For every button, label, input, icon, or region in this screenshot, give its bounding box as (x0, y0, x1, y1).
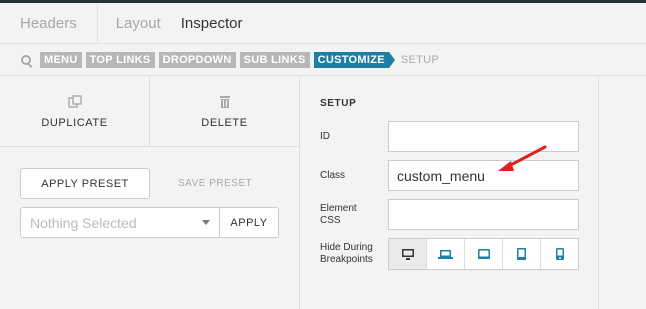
tab-headers[interactable]: Headers (0, 3, 97, 44)
tab-inspector[interactable]: Inspector (181, 3, 263, 44)
element-css-label-line-1: Element (320, 203, 357, 214)
apply-button[interactable]: APPLY (220, 208, 278, 237)
breakpoint-tablet-landscape-toggle[interactable] (465, 239, 503, 269)
right-gutter (600, 77, 646, 309)
duplicate-button[interactable]: DUPLICATE (0, 77, 150, 146)
breadcrumb-setup: SETUP (400, 53, 440, 66)
class-label: Class (320, 170, 346, 181)
desktop-icon (401, 248, 414, 260)
id-field[interactable] (388, 121, 579, 152)
preset-actions: APPLY PRESET SAVE PRESET (20, 168, 252, 199)
tab-layout[interactable]: Layout (116, 3, 181, 44)
breadcrumb-customize[interactable]: CUSTOMIZE (313, 51, 396, 68)
element-css-field[interactable] (388, 199, 579, 230)
setup-panel: SETUP ID Class custom_menu Element CSS H… (301, 77, 599, 309)
hide-breakpoints-label: Hide During Breakpoints (320, 242, 373, 266)
element-css-label-line-2: CSS (320, 215, 341, 226)
annotation-arrow-icon (498, 145, 547, 171)
hide-breakpoints-label-line-1: Hide During (320, 242, 373, 253)
tab-divider (96, 2, 98, 44)
phone-icon (555, 248, 564, 260)
laptop-icon (438, 250, 453, 259)
breakpoint-desktop-toggle[interactable] (389, 239, 427, 269)
tab-bar: Headers Layout Inspector (0, 2, 646, 44)
action-bar: DUPLICATE DELETE (0, 77, 299, 147)
breadcrumb: MENU TOP LINKS DROPDOWN SUB LINKS CUSTOM… (0, 44, 646, 76)
tablet-landscape-icon (477, 249, 490, 259)
class-field[interactable]: custom_menu (388, 160, 579, 191)
hide-breakpoints-label-line-2: Breakpoints (320, 254, 373, 265)
duplicate-icon (67, 94, 82, 108)
preset-select-value: Nothing Selected (30, 214, 137, 231)
duplicate-label: DUPLICATE (41, 116, 108, 129)
chevron-down-icon (202, 220, 210, 225)
breadcrumb-sub-links[interactable]: SUB LINKS (239, 51, 310, 68)
delete-label: DELETE (201, 116, 248, 129)
apply-preset-button[interactable]: APPLY PRESET (20, 168, 150, 199)
element-css-label: Element CSS (320, 203, 357, 227)
breakpoint-phone-toggle[interactable] (541, 239, 578, 269)
left-panel: DUPLICATE DELETE APPLY PRESET SAVE PRESE… (0, 77, 300, 309)
breakpoint-laptop-toggle[interactable] (427, 239, 465, 269)
breadcrumb-menu[interactable]: MENU (40, 51, 82, 68)
tablet-portrait-icon (517, 248, 526, 260)
breakpoint-tablet-portrait-toggle[interactable] (503, 239, 541, 269)
preset-select-row: Nothing Selected APPLY (20, 207, 279, 238)
id-label: ID (320, 131, 330, 142)
section-title: SETUP (320, 98, 357, 109)
breadcrumb-top-links[interactable]: TOP LINKS (85, 51, 155, 68)
save-preset-button[interactable]: SAVE PRESET (178, 178, 252, 189)
delete-button[interactable]: DELETE (150, 77, 299, 146)
breakpoint-toggle-group (388, 238, 579, 270)
search-icon[interactable] (21, 54, 31, 65)
breadcrumb-dropdown[interactable]: DROPDOWN (158, 51, 236, 68)
trash-icon (219, 95, 230, 108)
preset-select[interactable]: Nothing Selected (21, 208, 220, 237)
